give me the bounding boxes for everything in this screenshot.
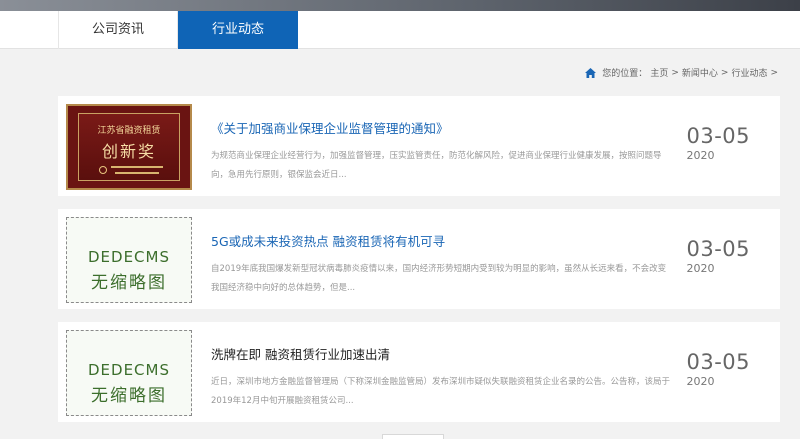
article-thumbnail-placeholder[interactable]: DEDECMS 无缩略图: [66, 330, 192, 416]
article-item[interactable]: DEDECMS 无缩略图 5G或成未来投资热点 融资租赁将有机可寻 自2019年…: [58, 209, 780, 309]
breadcrumb-industry-link[interactable]: 行业动态: [731, 66, 767, 79]
breadcrumb: 您的位置： 主页 > 新闻中心 > 行业动态 >: [585, 66, 778, 79]
plaque-award-name: 创新奖: [101, 142, 156, 161]
article-thumbnail-placeholder[interactable]: DEDECMS 无缩略图: [66, 217, 192, 303]
plaque-heading: 江苏省融资租赁: [97, 126, 161, 136]
tab-industry-news[interactable]: 行业动态: [178, 11, 298, 49]
breadcrumb-prefix: 您的位置：: [602, 69, 648, 79]
pagination[interactable]: [382, 434, 444, 439]
breadcrumb-home-link[interactable]: 主页: [650, 66, 668, 79]
breadcrumb-news-center-link[interactable]: 新闻中心: [682, 66, 718, 79]
plaque-face: 江苏省融资租赁 创新奖: [78, 113, 180, 181]
article-summary: 为规范商业保理企业经营行为，加强监督管理，压实监管责任，防范化解风险，促进商业保…: [211, 151, 662, 180]
article-thumbnail-award-plaque[interactable]: 江苏省融资租赁 创新奖: [66, 104, 192, 190]
article-summary: 自2019年底我国爆发新型冠状病毒肺炎疫情以来，国内经济形势短期内受到较为明显的…: [211, 264, 667, 293]
article-title-link[interactable]: 《关于加强商业保理企业监督管理的通知》: [211, 118, 449, 137]
placeholder-no-thumbnail-text: 无缩略图: [91, 386, 167, 406]
breadcrumb-separator: >: [671, 67, 679, 78]
category-tab-bar: 公司资讯 行业动态: [0, 11, 800, 49]
plaque-fine-print: [111, 166, 163, 168]
article-date-year: 2020: [686, 375, 715, 388]
article-item[interactable]: 江苏省融资租赁 创新奖 《关于加强商业保理企业监督管理的通知》 为规范商业保理企…: [58, 96, 780, 196]
article-title-link[interactable]: 5G或成未来投资热点 融资租赁将有机可寻: [211, 231, 445, 250]
placeholder-brand-text: DEDECMS: [88, 361, 170, 379]
top-banner-strip: [0, 0, 800, 11]
placeholder-brand-text: DEDECMS: [88, 248, 170, 266]
breadcrumb-separator: >: [720, 67, 729, 78]
home-icon: [585, 67, 597, 78]
article-date: 03-05 2020: [686, 350, 750, 388]
seal-icon: [99, 166, 107, 174]
article-date: 03-05 2020: [686, 237, 750, 275]
article-summary: 近日，深圳市地方金融监督管理局（下称深圳金融监管局）发布深圳市疑似失联融资租赁企…: [211, 377, 671, 406]
article-date: 03-05 2020: [686, 124, 750, 162]
breadcrumb-separator: >: [770, 67, 778, 78]
plaque-fine-print: [115, 172, 159, 174]
article-date-year: 2020: [686, 262, 715, 275]
article-item[interactable]: DEDECMS 无缩略图 洗牌在即 融资租赁行业加速出清 近日，深圳市地方金融监…: [58, 322, 780, 422]
article-date-month-day: 03-05: [686, 124, 750, 148]
article-title-link[interactable]: 洗牌在即 融资租赁行业加速出清: [211, 344, 390, 363]
article-date-month-day: 03-05: [686, 237, 750, 261]
article-date-year: 2020: [686, 149, 715, 162]
article-date-month-day: 03-05: [686, 350, 750, 374]
placeholder-no-thumbnail-text: 无缩略图: [91, 273, 167, 293]
tab-company-news[interactable]: 公司资讯: [58, 11, 178, 49]
